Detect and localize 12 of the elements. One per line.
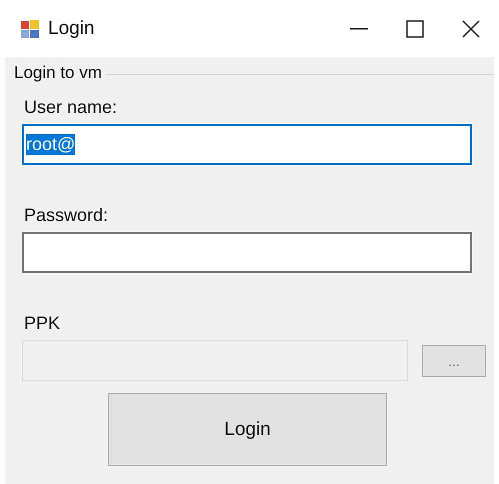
window-title: Login (48, 18, 94, 40)
minimize-icon[interactable] (350, 28, 368, 30)
app-icon (20, 18, 40, 38)
group-title: Login to vm (14, 63, 103, 83)
maximize-icon[interactable] (406, 20, 424, 38)
field-label: Password: (24, 205, 110, 226)
input-field[interactable] (22, 232, 472, 273)
field-label: PPK (24, 313, 62, 334)
login-button[interactable]: Login (108, 393, 387, 466)
close-icon[interactable] (462, 20, 480, 38)
input-field[interactable]: root@ (22, 124, 472, 165)
field-label: User name: (24, 97, 118, 118)
